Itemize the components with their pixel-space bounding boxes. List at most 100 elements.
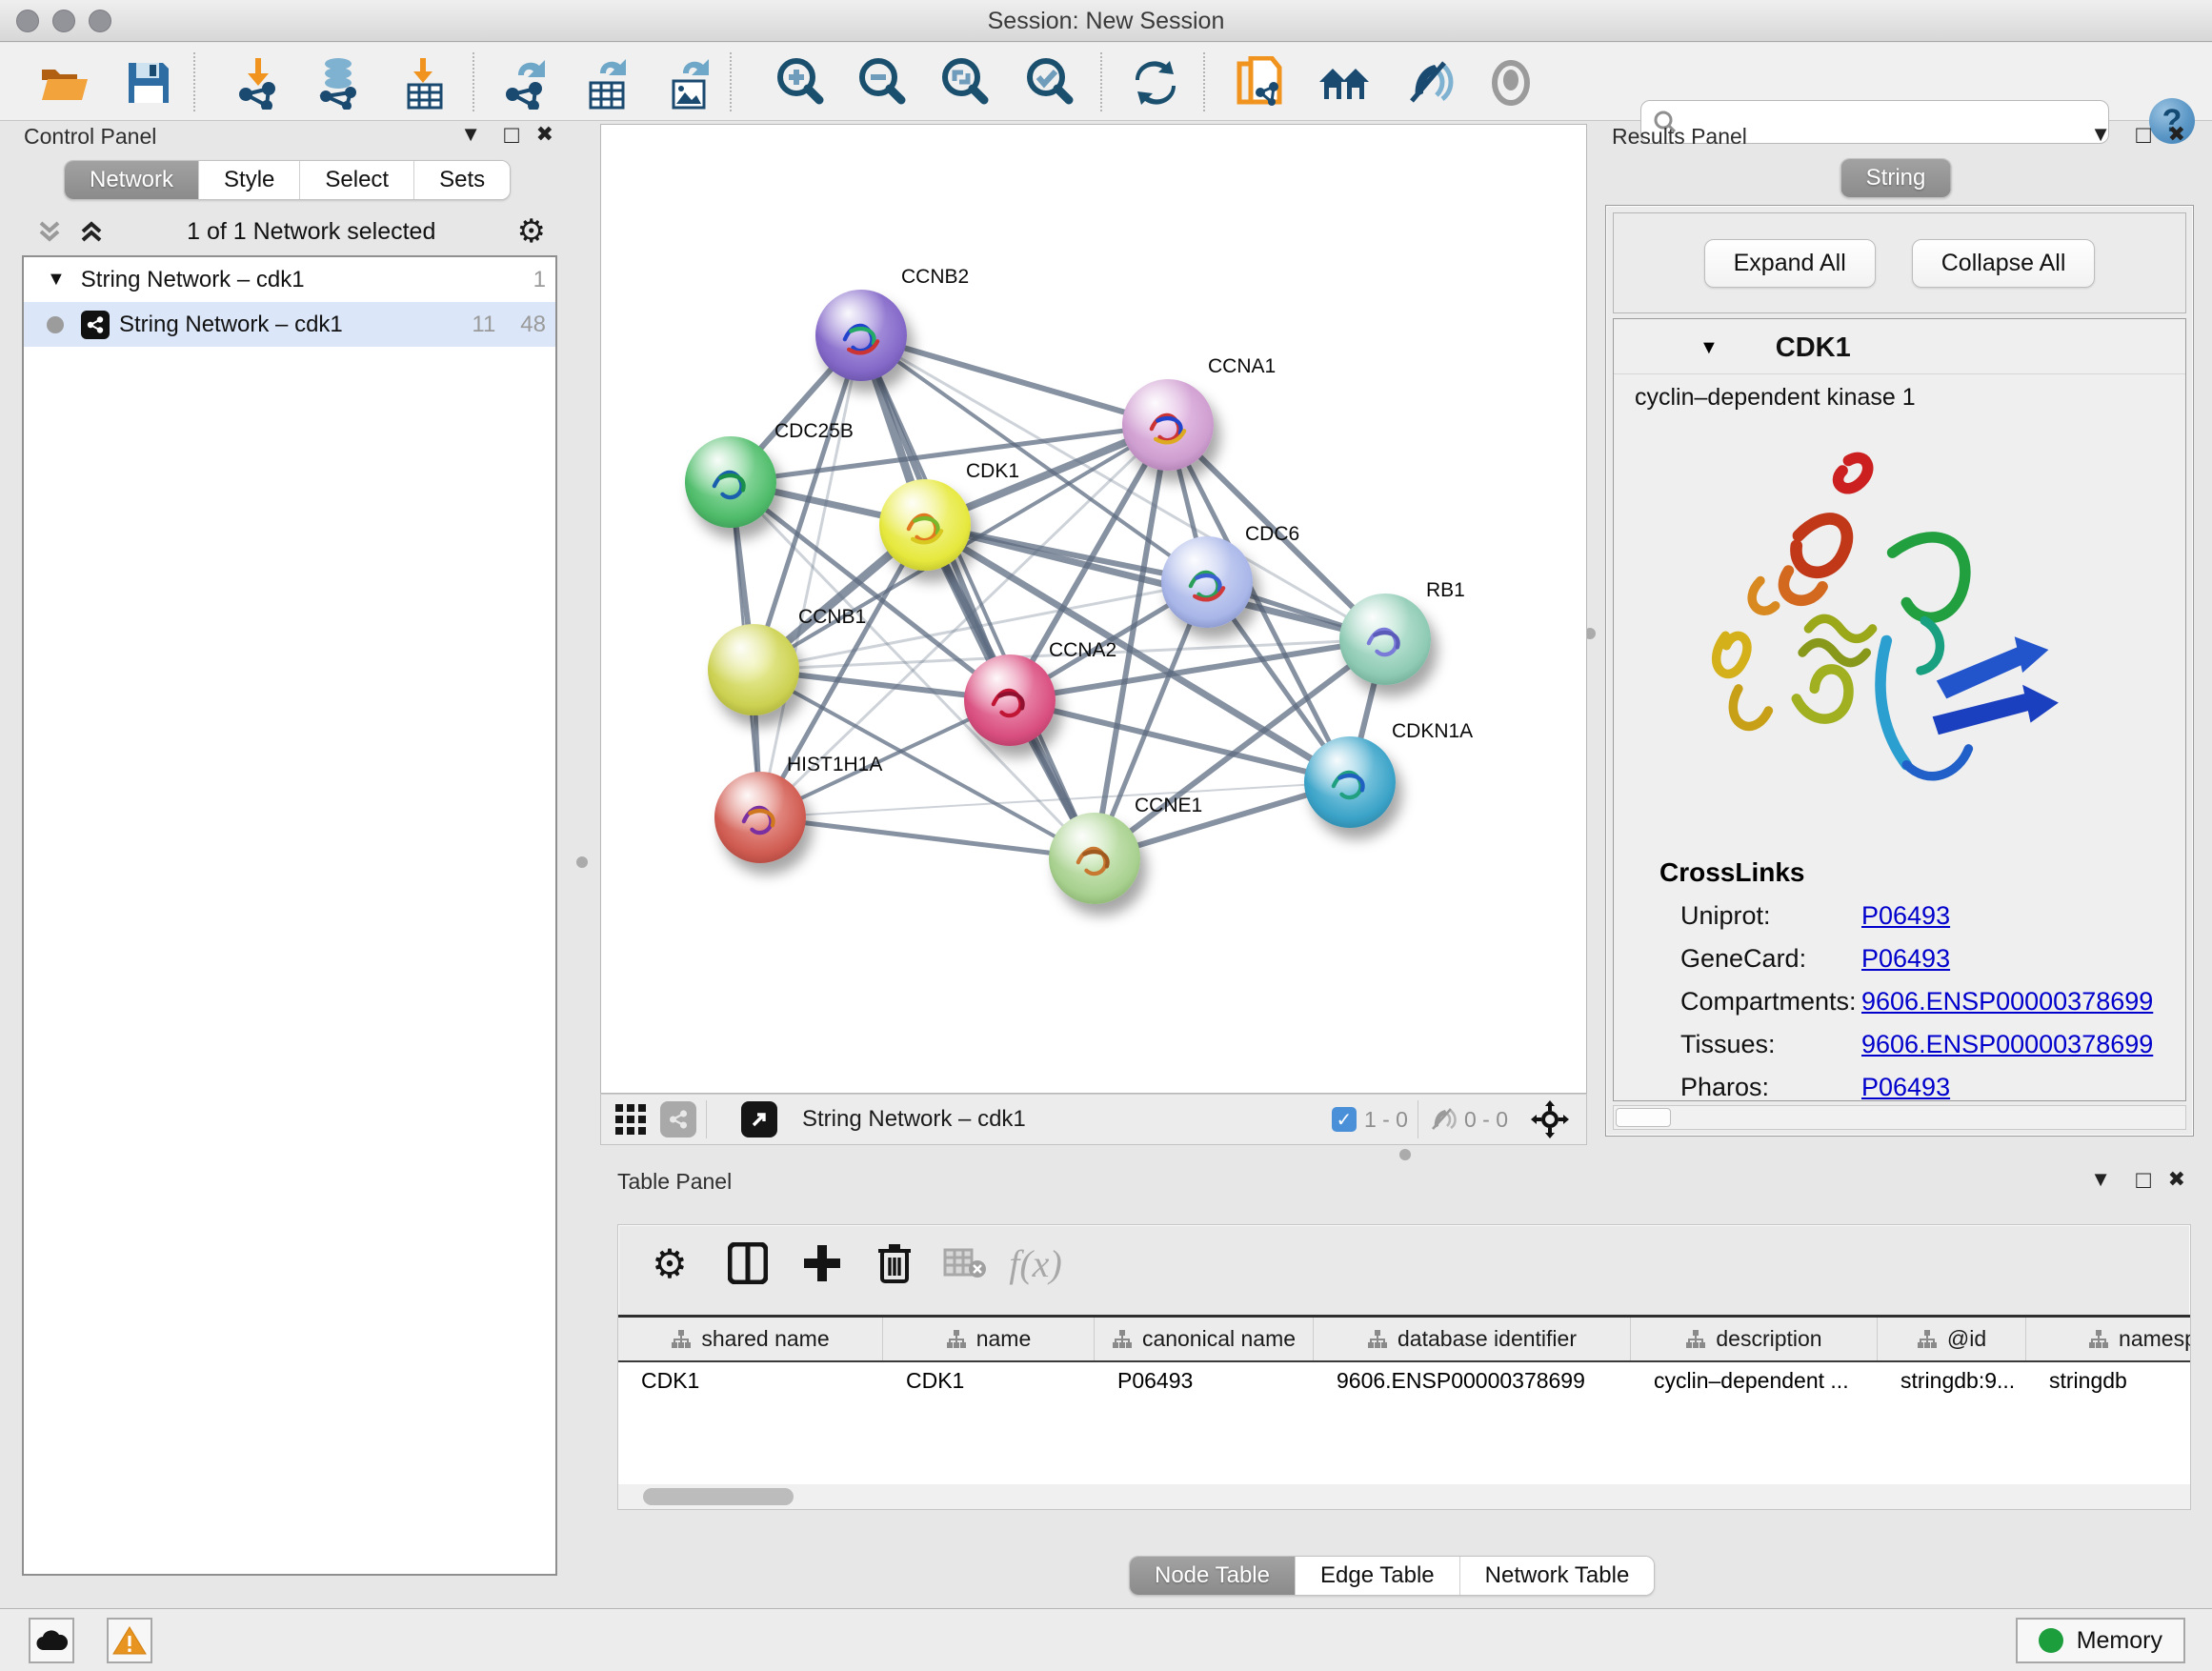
table-panel-dropdown-icon[interactable]: ▼ [2090, 1167, 2111, 1192]
table-cell[interactable]: cyclin–dependent ... [1631, 1362, 1878, 1402]
control-panel-float-icon[interactable]: □ [504, 120, 519, 150]
export-image-icon[interactable] [663, 56, 716, 110]
results-panel-close-icon[interactable]: ✖ [2168, 122, 2185, 147]
zoom-out-icon[interactable] [855, 56, 909, 110]
zoom-fit-icon[interactable] [938, 56, 992, 110]
crosslink-link[interactable]: 9606.ENSP00000378699 [1861, 1030, 2153, 1059]
show-graphics-icon[interactable] [1484, 56, 1538, 110]
expand-all-icon[interactable] [77, 217, 106, 246]
network-node-CCNA1[interactable] [1122, 379, 1214, 471]
node-label-CCNA2: CCNA2 [1049, 639, 1116, 662]
results-hscrollbar[interactable] [1613, 1105, 2186, 1130]
table-panel-close-icon[interactable]: ✖ [2168, 1167, 2185, 1192]
table-row[interactable]: CDK1CDK1P064939606.ENSP00000378699cyclin… [618, 1362, 2190, 1402]
table-hscrollbar[interactable] [618, 1484, 2190, 1509]
collection-expander-icon[interactable]: ▼ [47, 269, 66, 291]
network-edge-HIST1H1A-CCNE1[interactable] [760, 817, 1095, 858]
tab-sets[interactable]: Sets [414, 161, 510, 199]
column-header-name[interactable]: name [883, 1318, 1095, 1360]
delete-column-icon[interactable] [870, 1238, 919, 1288]
network-node-RB1[interactable] [1339, 594, 1431, 685]
tab-string[interactable]: String [1841, 159, 1951, 197]
add-column-icon[interactable] [797, 1238, 847, 1288]
network-node-CDC6[interactable] [1161, 536, 1253, 628]
table-cell[interactable]: stringdb [2026, 1362, 2190, 1402]
collapse-all-icon[interactable] [35, 217, 64, 246]
network-node-CCNB2[interactable] [815, 290, 907, 381]
save-session-icon[interactable] [122, 56, 175, 110]
cloud-button[interactable] [29, 1618, 74, 1663]
crosslink-link[interactable]: P06493 [1861, 944, 1950, 974]
column-header-@id[interactable]: @id [1878, 1318, 2026, 1360]
export-network-icon[interactable] [498, 56, 552, 110]
table-panel-float-icon[interactable]: □ [2136, 1165, 2151, 1195]
network-node-CCNE1[interactable] [1049, 813, 1140, 904]
export-table-icon[interactable] [580, 56, 633, 110]
network-share-icon[interactable] [660, 1101, 696, 1137]
network-row[interactable]: String Network – cdk1 11 48 [24, 302, 555, 347]
zoom-in-icon[interactable] [774, 56, 827, 110]
column-header-namespace[interactable]: namespace [2026, 1318, 2190, 1360]
network-node-CCNB1[interactable] [708, 624, 799, 715]
table-cell[interactable]: P06493 [1095, 1362, 1314, 1402]
network-view-title: String Network – cdk1 [802, 1106, 1026, 1133]
gene-expander-icon[interactable]: ▼ [1699, 337, 1719, 359]
network-collection-row[interactable]: ▼ String Network – cdk1 1 [24, 257, 555, 302]
column-header-description[interactable]: description [1631, 1318, 1878, 1360]
control-panel-close-icon[interactable]: ✖ [536, 122, 553, 147]
control-panel-dropdown-icon[interactable]: ▼ [460, 122, 481, 147]
tab-select[interactable]: Select [300, 161, 414, 199]
import-network-icon[interactable] [231, 56, 285, 110]
results-panel-float-icon[interactable]: □ [2136, 120, 2151, 150]
crosslink-link[interactable]: 9606.ENSP00000378699 [1861, 987, 2153, 1017]
node-label-HIST1H1A: HIST1H1A [787, 754, 882, 776]
network-edge-CCNB2-CCNA1[interactable] [861, 335, 1168, 425]
table-cell[interactable]: CDK1 [883, 1362, 1095, 1402]
network-node-HIST1H1A[interactable] [714, 772, 806, 863]
homes-icon[interactable] [1317, 56, 1371, 110]
table-settings-gear-icon[interactable]: ⚙ [645, 1238, 694, 1288]
open-in-window-icon[interactable] [741, 1101, 777, 1137]
bottom-splitter-handle[interactable] [1399, 1149, 1411, 1160]
network-canvas[interactable]: CCNB2CCNA1CDC25BCDK1CDC6RB1CCNB1CCNA2CDK… [600, 124, 1587, 1094]
birdseye-toggle-icon[interactable] [1531, 1100, 1569, 1138]
column-header-shared-name[interactable]: shared name [618, 1318, 883, 1360]
crosslink-link[interactable]: P06493 [1861, 1073, 1950, 1102]
hide-graphics-icon[interactable] [1401, 56, 1455, 110]
zoom-selected-icon[interactable] [1023, 56, 1076, 110]
network-options-gear-icon[interactable]: ⚙ [517, 212, 546, 251]
left-splitter-handle[interactable] [576, 856, 588, 868]
warnings-button[interactable] [107, 1618, 152, 1663]
tab-style[interactable]: Style [199, 161, 300, 199]
network-node-CCNA2[interactable] [964, 654, 1056, 746]
tab-network[interactable]: Network [65, 161, 199, 199]
network-node-CDC25B[interactable] [685, 436, 776, 528]
network-edge-CCNB2-HIST1H1A[interactable] [760, 335, 861, 817]
memory-button[interactable]: Memory [2016, 1618, 2185, 1663]
grid-view-icon[interactable] [614, 1103, 647, 1136]
tab-network-table[interactable]: Network Table [1460, 1557, 1655, 1595]
collapse-all-button[interactable]: Collapse All [1912, 239, 2096, 288]
table-cell[interactable]: CDK1 [618, 1362, 883, 1402]
open-session-icon[interactable] [38, 56, 91, 110]
network-edge-CCNB2-CCNE1[interactable] [861, 335, 1095, 858]
table-hscroll-thumb[interactable] [643, 1488, 794, 1505]
refresh-icon[interactable] [1129, 56, 1182, 110]
network-node-CDKN1A[interactable] [1304, 736, 1396, 828]
show-columns-icon[interactable] [723, 1238, 773, 1288]
column-header-canonical-name[interactable]: canonical name [1095, 1318, 1314, 1360]
import-table-icon[interactable] [398, 56, 452, 110]
table-cell[interactable]: stringdb:9... [1878, 1362, 2026, 1402]
gene-header[interactable]: ▼ CDK1 [1614, 319, 2185, 374]
expand-all-button[interactable]: Expand All [1704, 239, 1876, 288]
tab-edge-table[interactable]: Edge Table [1296, 1557, 1460, 1595]
crosslink-link[interactable]: P06493 [1861, 901, 1950, 931]
table-cell[interactable]: 9606.ENSP00000378699 [1314, 1362, 1631, 1402]
network-node-CDK1[interactable] [879, 479, 971, 571]
results-panel-dropdown-icon[interactable]: ▼ [2090, 122, 2111, 147]
column-header-database-identifier[interactable]: database identifier [1314, 1318, 1631, 1360]
selected-checkbox-icon[interactable]: ✓ [1332, 1107, 1357, 1132]
import-database-icon[interactable] [312, 56, 365, 110]
clone-network-icon[interactable] [1233, 56, 1286, 110]
tab-node-table[interactable]: Node Table [1130, 1557, 1296, 1595]
